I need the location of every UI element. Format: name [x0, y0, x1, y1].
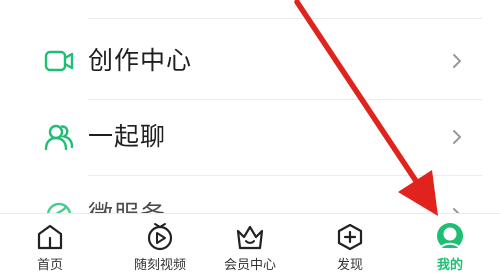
- settings-menu: 创作中心 一起聊 微服务: [0, 0, 500, 215]
- menu-item-label: 微服务: [88, 200, 167, 215]
- tab-label: 我的: [436, 258, 463, 273]
- tab-label: 首页: [36, 258, 63, 273]
- discover-plus-icon: [337, 223, 363, 251]
- home-icon: [37, 224, 63, 250]
- tab-mine[interactable]: 我的: [400, 214, 500, 279]
- menu-item-chat-together[interactable]: 一起聊: [0, 98, 500, 176]
- chevron-right-icon: [453, 54, 461, 68]
- tab-discover[interactable]: 发现: [300, 214, 400, 279]
- menu-item-creation-center[interactable]: 创作中心: [0, 22, 500, 100]
- menu-item-label: 创作中心: [88, 46, 193, 75]
- vip-crown-icon: [236, 225, 264, 250]
- chat-people-icon: [44, 124, 74, 151]
- chevron-right-icon: [453, 130, 461, 144]
- tab-label: 发现: [336, 258, 363, 273]
- video-camera-icon: [44, 50, 74, 72]
- menu-item-label: 一起聊: [88, 122, 167, 151]
- tab-label: 随刻视频: [133, 258, 186, 273]
- menu-item-micro-service[interactable]: 微服务: [0, 176, 500, 215]
- tab-suike-video[interactable]: 随刻视频: [110, 214, 210, 279]
- divider: [88, 18, 482, 19]
- tab-home[interactable]: 首页: [0, 214, 100, 279]
- tab-vip-center[interactable]: 会员中心: [200, 214, 300, 279]
- video-play-icon: [147, 223, 173, 251]
- bottom-tab-bar: 首页 随刻视频 会员中心 发现 我的: [0, 213, 500, 279]
- profile-avatar-icon: [437, 223, 463, 250]
- tab-label: 会员中心: [223, 258, 276, 273]
